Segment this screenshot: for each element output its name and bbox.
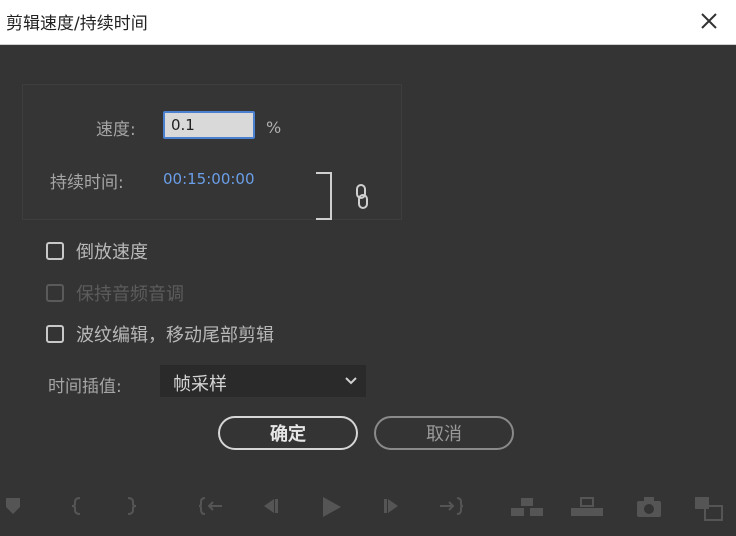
ripple-edit-checkbox[interactable] [46, 325, 64, 343]
step-forward-icon[interactable] [382, 496, 404, 516]
speed-unit: % [266, 118, 282, 137]
link-bracket [316, 172, 332, 220]
close-icon [701, 13, 717, 29]
ripple-edit-label: 波纹编辑，移动尾部剪辑 [76, 325, 274, 346]
link-toggle-button[interactable] [354, 184, 370, 214]
dialog-title: 剪辑速度/持续时间 [6, 14, 148, 34]
chevron-down-icon [345, 377, 357, 385]
maintain-pitch-option: 保持音频音调 [46, 280, 184, 306]
step-back-icon[interactable] [258, 496, 280, 516]
overwrite-icon[interactable] [570, 496, 604, 518]
speed-label: 速度: [96, 120, 136, 140]
reverse-speed-checkbox[interactable] [46, 242, 64, 260]
interpolation-select[interactable]: 帧采样 [160, 365, 366, 397]
close-button[interactable] [692, 4, 726, 38]
ripple-edit-option[interactable]: 波纹编辑，移动尾部剪辑 [46, 321, 274, 347]
reverse-speed-label: 倒放速度 [76, 242, 148, 263]
insert-icon[interactable] [510, 496, 544, 518]
play-icon[interactable] [320, 496, 342, 518]
reverse-speed-option[interactable]: 倒放速度 [46, 238, 148, 264]
transport-controls [0, 486, 736, 526]
speed-input[interactable] [163, 111, 255, 139]
ok-button[interactable]: 确定 [218, 416, 358, 450]
title-bar: 剪辑速度/持续时间 [0, 0, 736, 45]
export-frame-icon[interactable] [636, 496, 662, 518]
speed-duration-group [22, 84, 402, 220]
maintain-pitch-checkbox [46, 284, 64, 302]
maintain-pitch-label: 保持音频音调 [76, 284, 184, 305]
duration-value[interactable]: 00:15:00:00 [163, 170, 255, 188]
duration-label: 持续时间: [50, 173, 124, 193]
go-to-out-icon[interactable] [438, 496, 464, 516]
interpolation-selected-value: 帧采样 [173, 374, 227, 395]
mark-in-icon[interactable] [70, 496, 84, 516]
interpolation-label: 时间插值: [48, 377, 122, 397]
button-editor-icon[interactable] [694, 496, 724, 522]
go-to-in-icon[interactable] [198, 496, 224, 516]
mark-out-icon[interactable] [124, 496, 138, 516]
chain-link-icon [356, 184, 368, 209]
cancel-button[interactable]: 取消 [374, 416, 514, 450]
marker-icon[interactable] [4, 496, 22, 516]
